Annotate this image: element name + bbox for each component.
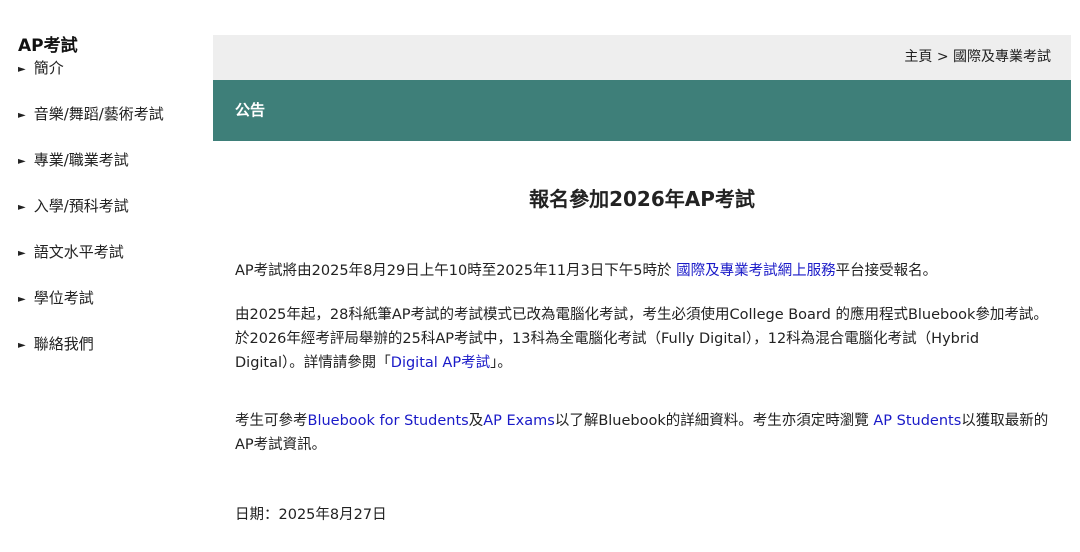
- paragraph-text: 考生可參考: [235, 413, 308, 429]
- sidebar-item-label: 學位考試: [33, 289, 94, 307]
- sidebar-nav: ► 簡介 ► 音樂/舞蹈/藝術考試 ► 專業/職業考試 ► 入學/預科考試 ► 語文水平考…: [18, 56, 198, 378]
- sidebar-item-degree[interactable]: ► 學位考試: [18, 286, 198, 332]
- online-service-link[interactable]: 國際及專業考試網上服務: [676, 263, 836, 279]
- sidebar-item-label: 簡介: [33, 59, 64, 77]
- breadcrumb-separator: >: [936, 49, 949, 65]
- triangle-bullet-icon: ►: [18, 64, 26, 75]
- main-content: 主頁 > 國際及專業考試 公告 報名參加2026年AP考試 AP考試將由2025…: [213, 35, 1071, 527]
- paragraph-text: 以了解Bluebook的詳細資料。考生亦須定時瀏覽: [554, 413, 874, 429]
- sidebar-item-label: 語文水平考試: [33, 243, 124, 261]
- resources-paragraph: 考生可參考Bluebook for Students及AP Exams以了解Bl…: [235, 409, 1049, 457]
- sidebar-item-label: 聯絡我們: [33, 335, 94, 353]
- paragraph-text: 」。: [490, 355, 512, 371]
- breadcrumb-home-link[interactable]: 主頁: [904, 49, 932, 65]
- sidebar-item-label: 音樂/舞蹈/藝術考試: [33, 105, 164, 123]
- paragraph-text: 及: [468, 413, 484, 429]
- sidebar-item-music-dance-art[interactable]: ► 音樂/舞蹈/藝術考試: [18, 102, 198, 148]
- ap-exams-link[interactable]: AP Exams: [483, 413, 555, 429]
- paragraph-text: 由2025年起，28科紙筆AP考試的考試模式已改為電腦化考試，考生必須使用Col…: [235, 307, 1048, 371]
- sidebar-item-label: 專業/職業考試: [33, 151, 129, 169]
- triangle-bullet-icon: ►: [18, 294, 26, 305]
- registration-paragraph: AP考試將由2025年8月29日上午10時至2025年11月3日下午5時於 國際…: [235, 259, 1049, 283]
- paragraph-text: 平台接受報名。: [835, 263, 938, 279]
- paragraph-text: AP考試將由2025年8月29日上午10時至2025年11月3日下午5時於: [235, 263, 677, 279]
- article: 報名參加2026年AP考試 AP考試將由2025年8月29日上午10時至2025…: [213, 185, 1071, 527]
- sidebar-title: AP考試: [18, 36, 78, 56]
- article-date: 日期：2025年8月27日: [235, 507, 387, 523]
- sidebar-item-contact[interactable]: ► 聯絡我們: [18, 332, 198, 378]
- breadcrumb-current: 國際及專業考試: [953, 49, 1051, 65]
- bluebook-students-link[interactable]: Bluebook for Students: [308, 413, 469, 429]
- digital-exam-paragraph: 由2025年起，28科紙筆AP考試的考試模式已改為電腦化考試，考生必須使用Col…: [235, 303, 1049, 375]
- notice-label: 公告: [235, 101, 266, 119]
- triangle-bullet-icon: ►: [18, 202, 26, 213]
- sidebar: AP考試 ► 簡介 ► 音樂/舞蹈/藝術考試 ► 專業/職業考試 ► 入學/預科考試 ►…: [18, 34, 198, 378]
- triangle-bullet-icon: ►: [18, 156, 26, 167]
- digital-ap-link[interactable]: Digital AP考試: [391, 355, 490, 371]
- sidebar-item-intro[interactable]: ► 簡介: [18, 56, 198, 102]
- sidebar-item-professional[interactable]: ► 專業/職業考試: [18, 148, 198, 194]
- sidebar-item-label: 入學/預科考試: [33, 197, 129, 215]
- triangle-bullet-icon: ►: [18, 110, 26, 121]
- sidebar-item-admission[interactable]: ► 入學/預科考試: [18, 194, 198, 240]
- sidebar-item-language[interactable]: ► 語文水平考試: [18, 240, 198, 286]
- article-title: 報名參加2026年AP考試: [529, 187, 755, 211]
- breadcrumb: 主頁 > 國際及專業考試: [213, 35, 1071, 80]
- notice-header: 公告: [213, 80, 1071, 141]
- page: AP考試 ► 簡介 ► 音樂/舞蹈/藝術考試 ► 專業/職業考試 ► 入學/預科考試 ►…: [0, 0, 1080, 552]
- ap-students-link[interactable]: AP Students: [873, 413, 961, 429]
- triangle-bullet-icon: ►: [18, 340, 26, 351]
- triangle-bullet-icon: ►: [18, 248, 26, 259]
